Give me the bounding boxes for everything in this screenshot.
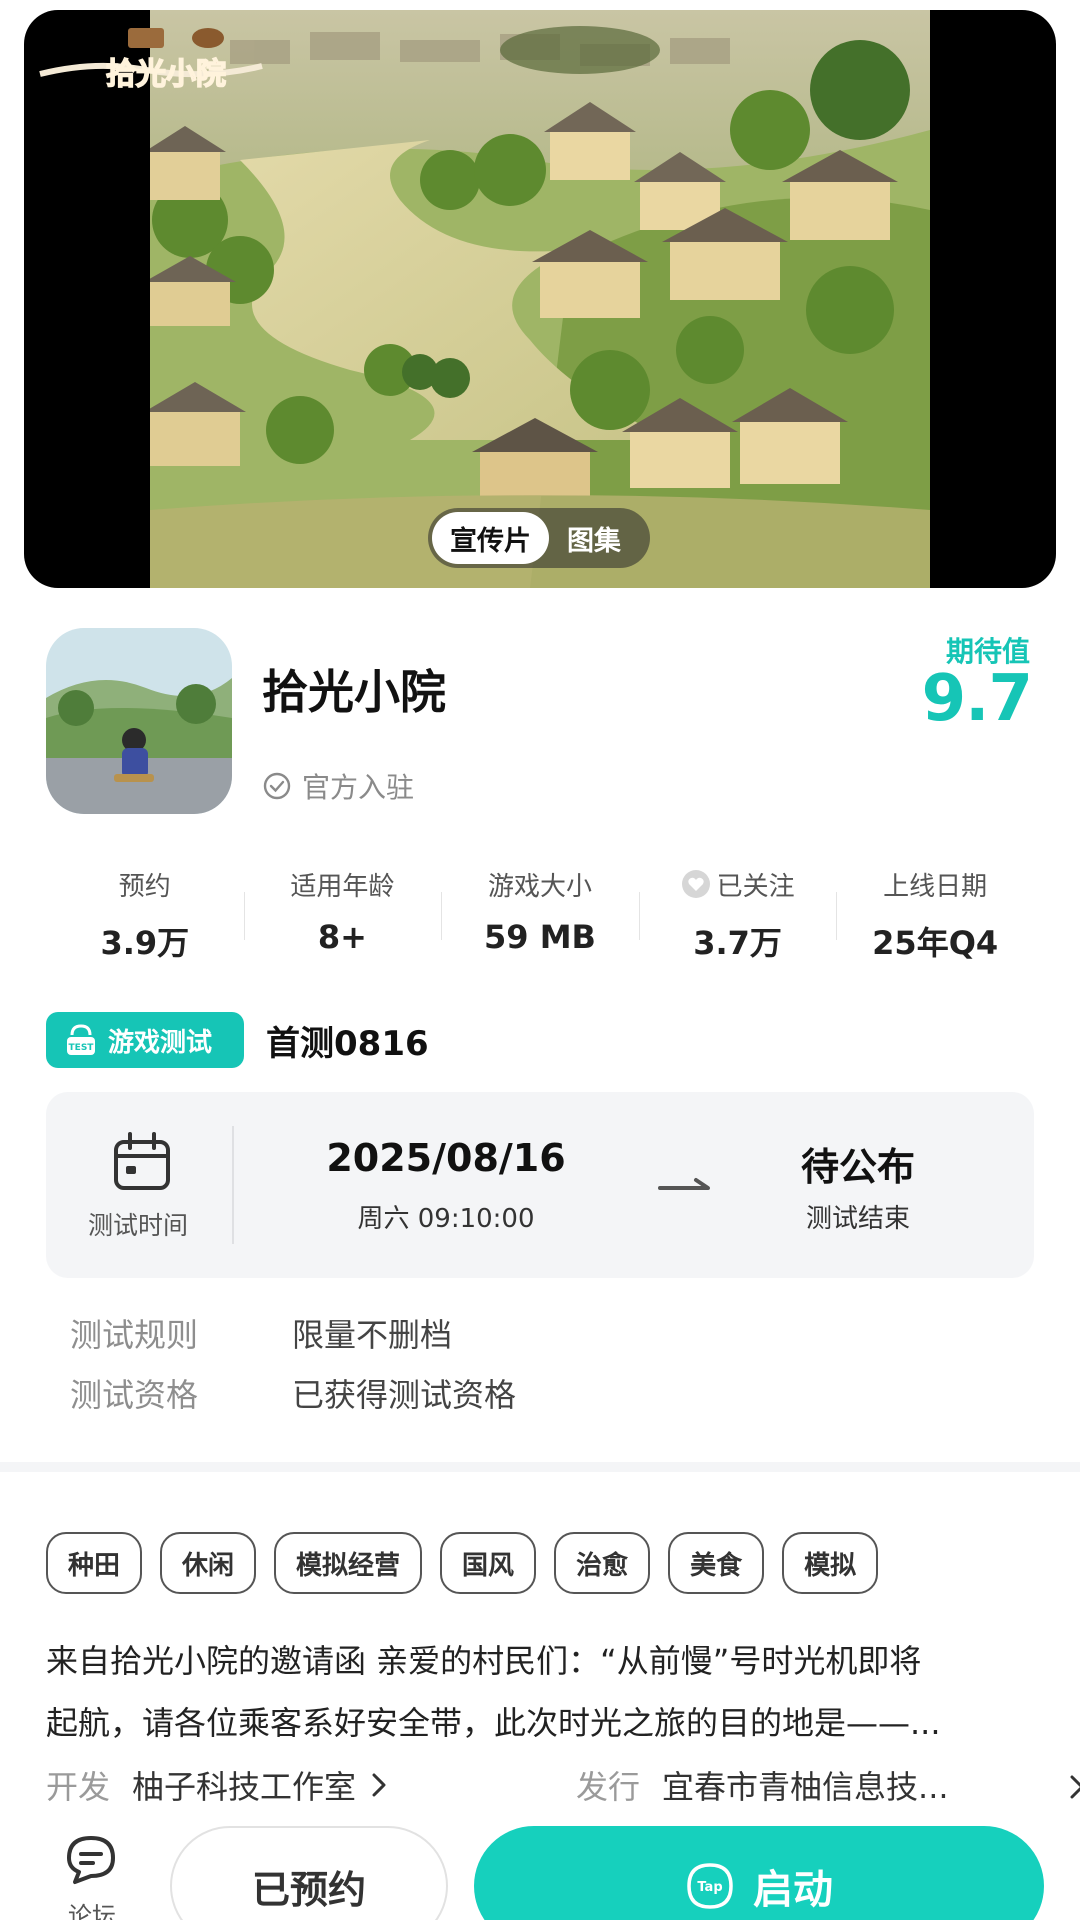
stat-label: 已关注	[639, 864, 837, 904]
tag-item[interactable]: 休闲	[160, 1532, 257, 1594]
launch-label: 启动	[753, 1867, 833, 1913]
description-line: 来自拾光小院的邀请函 亲爱的村民们：“从前慢”号时光机即将	[46, 1642, 922, 1680]
forum-button[interactable]: 论坛	[52, 1832, 132, 1920]
game-test-badge: TEST 游戏测试	[46, 1012, 244, 1068]
svg-text:Tap: Tap	[697, 1880, 722, 1895]
stat-label: 游戏大小	[487, 871, 592, 902]
taptap-icon: Tap	[687, 1863, 733, 1909]
test-qualification-row: 测试资格 已获得测试资格	[70, 1370, 516, 1416]
verified-check-icon	[263, 772, 291, 800]
game-stats-row: 预约 3.9万 适用年龄 8+ 游戏大小 59 MB 已关注 3.7万 上线日期…	[46, 864, 1034, 964]
tab-promo-video[interactable]: 宣传片	[432, 512, 549, 564]
description-line: 起航，请各位乘客系好安全带，此次时光之旅的目的地是——...	[46, 1704, 941, 1742]
test-start-date: 2025/08/16	[326, 1136, 566, 1180]
chevron-right-icon	[1070, 1775, 1080, 1799]
test-start-time: 周六 09:10:00	[357, 1204, 535, 1234]
media-player[interactable]: 拾光小院 宣传片 图集	[24, 10, 1056, 588]
test-rule-row: 测试规则 限量不删档	[70, 1310, 452, 1356]
svg-text:TEST: TEST	[69, 1043, 95, 1053]
expectation-score[interactable]: 9.7	[922, 662, 1033, 736]
stat-value: 59 MB	[484, 918, 596, 956]
publisher-link[interactable]: 发行 宜春市青柚信息技...	[576, 1762, 1080, 1808]
tag-item[interactable]: 美食	[668, 1532, 765, 1594]
credits-row: 开发 柚子科技工作室 发行 宜春市青柚信息技...	[46, 1762, 1080, 1812]
stat-label: 上线日期	[883, 871, 988, 902]
game-title: 拾光小院	[262, 665, 446, 719]
developer-name: 柚子科技工作室	[132, 1768, 357, 1806]
test-badge-label: 游戏测试	[108, 1027, 213, 1058]
rule-key: 测试规则	[70, 1316, 199, 1354]
tab-gallery[interactable]: 图集	[549, 512, 639, 564]
rule-value: 已获得测试资格	[292, 1376, 517, 1414]
media-tab-switcher: 宣传片 图集	[428, 508, 650, 568]
stat-value: 3.7万	[693, 924, 782, 962]
tag-item[interactable]: 国风	[440, 1532, 537, 1594]
reserved-button[interactable]: 已预约	[170, 1826, 448, 1920]
forum-label: 论坛	[68, 1902, 116, 1920]
developer-link[interactable]: 开发 柚子科技工作室	[46, 1762, 390, 1808]
stat-value: 3.9万	[100, 924, 190, 962]
tag-item[interactable]: 模拟	[782, 1532, 879, 1594]
chevron-right-icon	[372, 1773, 386, 1797]
svg-text:拾光小院: 拾光小院	[106, 57, 226, 92]
test-end-label: 测试结束	[805, 1204, 910, 1234]
stat-label-text: 已关注	[716, 871, 795, 902]
chat-bubble-icon	[67, 1836, 115, 1884]
divider	[232, 1126, 234, 1244]
official-label: 官方入驻	[302, 771, 415, 804]
test-name: 首测0816	[266, 1024, 429, 1064]
stat-value: 25年Q4	[872, 924, 999, 962]
promo-video-frame[interactable]	[150, 10, 930, 588]
stat-release-date: 上线日期 25年Q4	[836, 864, 1034, 964]
rule-value: 限量不删档	[292, 1316, 453, 1354]
section-divider	[0, 1462, 1080, 1472]
arrow-right-icon	[658, 1178, 710, 1190]
stat-value: 8+	[317, 918, 367, 956]
rule-key: 测试资格	[70, 1376, 199, 1414]
test-schedule-card: 测试时间 2025/08/16 周六 09:10:00 待公布 测试结束	[46, 1092, 1034, 1278]
calendar-icon	[114, 1132, 170, 1190]
game-description[interactable]: 来自拾光小院的邀请函 亲爱的村民们：“从前慢”号时光机即将 起航，请各位乘客系好…	[46, 1630, 1036, 1754]
stat-game-size: 游戏大小 59 MB	[441, 864, 639, 964]
stat-following[interactable]: 已关注 3.7万	[638, 864, 837, 964]
tag-item[interactable]: 种田	[46, 1532, 143, 1594]
tag-item[interactable]: 模拟经营	[274, 1532, 423, 1594]
heart-icon	[681, 870, 710, 898]
launch-button[interactable]: Tap 启动	[474, 1826, 1044, 1920]
test-end-status: 待公布	[800, 1145, 915, 1189]
game-app-icon	[46, 628, 232, 814]
game-logo: 拾光小院	[36, 22, 266, 102]
test-time-label: 测试时间	[87, 1211, 188, 1240]
test-icon: TEST	[67, 1024, 95, 1055]
stat-age-rating[interactable]: 适用年龄 8+	[243, 864, 442, 964]
tag-item[interactable]: 治愈	[554, 1532, 651, 1594]
publisher-label: 发行	[576, 1768, 641, 1806]
stat-reservations: 预约 3.9万	[46, 864, 244, 964]
stat-label: 适用年龄	[290, 871, 395, 902]
stat-label: 预约	[118, 871, 171, 902]
official-badge: 官方入驻	[262, 766, 414, 806]
tag-list: 种田 休闲 模拟经营 国风 治愈 美食 模拟	[46, 1532, 879, 1594]
developer-label: 开发	[46, 1768, 111, 1806]
publisher-name: 宜春市青柚信息技...	[662, 1768, 949, 1806]
